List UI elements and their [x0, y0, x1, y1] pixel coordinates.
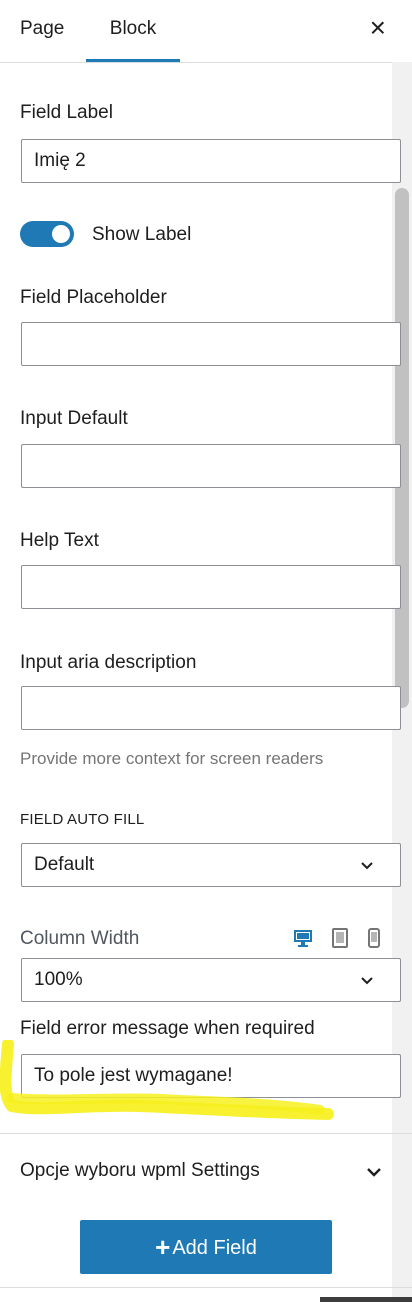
column-width-heading: Column Width	[20, 928, 140, 949]
tab-page[interactable]: Page	[20, 0, 64, 62]
help-text-heading: Help Text	[20, 530, 99, 551]
chevron-down-icon[interactable]	[365, 1163, 383, 1181]
input-default-input[interactable]	[21, 444, 401, 488]
tablet-icon[interactable]	[330, 928, 350, 948]
show-label-text: Show Label	[92, 224, 192, 245]
column-width-value: 100%	[34, 969, 83, 990]
column-width-select[interactable]: 100%	[21, 958, 401, 1002]
show-label-toggle[interactable]	[20, 221, 74, 247]
mobile-icon[interactable]	[366, 928, 382, 948]
field-placeholder-heading: Field Placeholder	[20, 287, 167, 308]
field-label-input[interactable]: Imię 2	[21, 139, 401, 183]
wpml-panel-title[interactable]: Opcje wyboru wpml Settings	[20, 1160, 260, 1182]
error-message-heading: Field error message when required	[20, 1018, 315, 1039]
chevron-down-icon	[361, 862, 373, 870]
device-switcher	[281, 928, 382, 948]
auto-fill-heading: FIELD AUTO FILL	[20, 811, 145, 828]
close-icon[interactable]: ×	[370, 14, 386, 42]
toggle-knob	[52, 225, 70, 243]
add-field-label: Add Field	[172, 1237, 257, 1259]
aria-description-heading: Input aria description	[20, 652, 197, 673]
horizontal-scrollbar[interactable]	[320, 1297, 412, 1302]
aria-description-input[interactable]	[21, 686, 401, 730]
auto-fill-select[interactable]: Default	[21, 843, 401, 887]
active-tab-indicator	[86, 59, 180, 62]
panel-divider	[0, 1133, 412, 1134]
bottom-divider	[0, 1287, 412, 1288]
input-default-heading: Input Default	[20, 408, 128, 429]
add-field-button[interactable]: + Add Field	[80, 1220, 332, 1274]
plus-icon: +	[155, 1232, 171, 1262]
tab-block[interactable]: Block	[86, 0, 180, 62]
desktop-icon[interactable]	[293, 928, 313, 948]
field-label-heading: Field Label	[20, 102, 113, 123]
sidebar-tabs: Page Block ×	[0, 0, 412, 63]
error-message-input[interactable]: To pole jest wymagane!	[21, 1054, 401, 1098]
field-placeholder-input[interactable]	[21, 322, 401, 366]
auto-fill-value: Default	[34, 854, 95, 875]
aria-description-help: Provide more context for screen readers	[20, 749, 324, 768]
help-text-input[interactable]	[21, 565, 401, 609]
chevron-down-icon	[361, 977, 373, 985]
